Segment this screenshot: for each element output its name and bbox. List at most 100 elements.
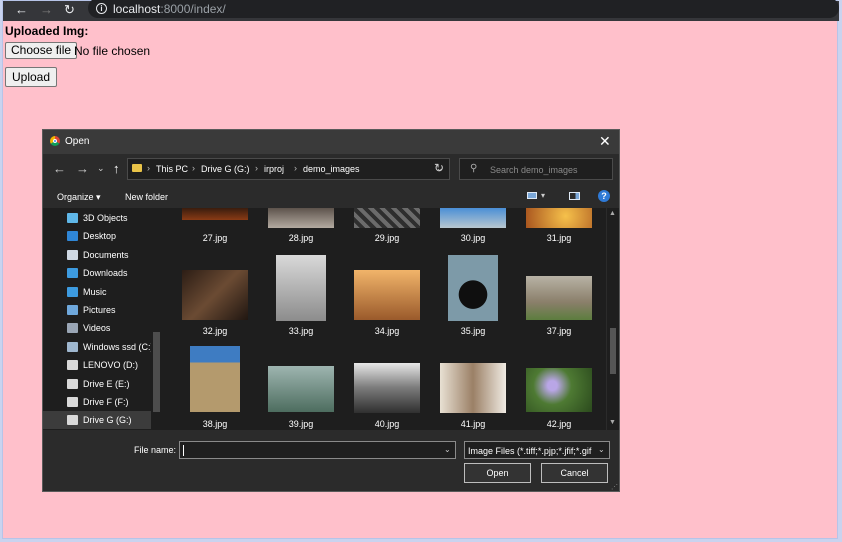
search-input[interactable]: ⚲ Search demo_images xyxy=(459,158,613,180)
file-thumbnail[interactable] xyxy=(268,366,334,412)
sidebar-item[interactable]: Pictures xyxy=(43,301,151,319)
file-name[interactable]: 38.jpg xyxy=(175,419,255,429)
file-name[interactable]: 29.jpg xyxy=(347,233,427,243)
file-thumbnail[interactable] xyxy=(182,208,248,220)
forward-icon[interactable]: → xyxy=(40,3,53,17)
sidebar-item-label: Drive E (E:) xyxy=(83,378,130,389)
view-icon[interactable] xyxy=(527,192,537,199)
sidebar-item[interactable]: Drive G (G:) xyxy=(43,411,151,430)
file-thumbnail[interactable] xyxy=(526,208,592,228)
new-folder-button[interactable]: New folder xyxy=(125,192,168,202)
chevron-down-icon[interactable]: ⌄ xyxy=(444,445,451,454)
sidebar-item-label: Pictures xyxy=(83,305,116,315)
document-icon xyxy=(67,249,78,260)
choose-file-button[interactable]: Choose file xyxy=(5,42,78,59)
file-thumbnail[interactable] xyxy=(190,346,240,412)
resize-grip-icon[interactable]: ⋰ xyxy=(611,483,618,491)
videos-icon xyxy=(67,323,78,334)
dialog-toolbar: Organize ▾ New folder ▾ ? xyxy=(43,186,619,208)
sidebar-item[interactable]: 3D Objects xyxy=(43,209,151,227)
breadcrumb-drive-g[interactable]: Drive G (G:) xyxy=(201,164,250,174)
file-thumbnail[interactable] xyxy=(440,208,506,228)
file-grid-scroll-thumb[interactable] xyxy=(610,328,616,374)
refresh-icon[interactable]: ↻ xyxy=(434,161,444,175)
breadcrumb-irproj[interactable]: irproj xyxy=(264,164,284,174)
sidebar-item-label: Drive G (G:) xyxy=(83,415,132,426)
scroll-down-icon[interactable]: ▼ xyxy=(609,419,616,426)
sidebar-item-label: Videos xyxy=(83,323,111,334)
file-name[interactable]: 39.jpg xyxy=(261,419,341,429)
chevron-down-icon[interactable]: ⌄ xyxy=(598,445,605,454)
sidebar-item[interactable]: Videos xyxy=(43,319,151,337)
sidebar-item-label: Music xyxy=(83,286,107,297)
file-type-select[interactable]: Image Files (*.tiff;*.pjp;*.jfif;*.gif ⌄ xyxy=(464,441,610,459)
sidebar-item[interactable]: Drive F (F:) xyxy=(43,393,151,411)
open-button[interactable]: Open xyxy=(464,463,531,483)
file-name[interactable]: 31.jpg xyxy=(519,233,599,243)
file-name-label: File name: xyxy=(134,445,177,455)
back-arrow-icon[interactable]: ← xyxy=(53,161,66,176)
sidebar-item[interactable]: Documents xyxy=(43,246,151,264)
search-placeholder: Search demo_images xyxy=(490,165,578,175)
sidebar-item[interactable]: Windows ssd (C:) xyxy=(43,338,154,356)
file-thumbnail[interactable] xyxy=(354,363,420,413)
close-icon[interactable]: ✕ xyxy=(599,133,611,150)
sidebar-item-label: Drive F (F:) xyxy=(83,397,129,407)
sidebar-item[interactable]: Drive E (E:) xyxy=(43,375,151,393)
file-thumbnail[interactable] xyxy=(526,276,592,320)
file-thumbnail[interactable] xyxy=(440,363,506,413)
desktop-icon xyxy=(67,231,78,242)
pictures-icon xyxy=(67,305,78,315)
breadcrumb[interactable]: › This PC › Drive G (G:) › irproj › demo… xyxy=(127,158,450,180)
file-name[interactable]: 41.jpg xyxy=(433,419,513,429)
reload-icon[interactable]: ↻ xyxy=(64,3,75,17)
file-name[interactable]: 32.jpg xyxy=(175,326,255,336)
no-file-text: No file chosen xyxy=(74,44,151,58)
download-icon xyxy=(67,268,78,279)
dialog-nav-row: ← → ⌄ ↑ › This PC › Drive G (G:) › irpro… xyxy=(43,154,619,186)
help-icon[interactable]: ? xyxy=(598,190,610,202)
drive-icon xyxy=(67,397,78,407)
file-grid-scrollbar[interactable]: ▲ ▼ xyxy=(607,208,619,430)
organize-menu[interactable]: Organize ▾ xyxy=(57,192,101,203)
file-name-field[interactable]: ⌄ xyxy=(179,441,456,459)
file-thumbnail[interactable] xyxy=(268,208,334,228)
file-thumbnail[interactable] xyxy=(448,255,498,321)
url-text[interactable]: localhost:8000/index/ xyxy=(113,2,226,16)
file-name[interactable]: 35.jpg xyxy=(433,326,513,336)
sidebar-item[interactable]: Downloads xyxy=(43,264,151,282)
file-thumbnail[interactable] xyxy=(354,208,420,228)
up-arrow-icon[interactable]: ↑ xyxy=(113,161,120,176)
sidebar-item[interactable]: Desktop xyxy=(43,227,151,245)
recent-dropdown-icon[interactable]: ⌄ xyxy=(97,163,105,174)
upload-button[interactable]: Upload xyxy=(5,67,58,87)
sidebar-item-label: Desktop xyxy=(83,231,117,242)
file-thumbnail[interactable] xyxy=(182,270,248,320)
file-name[interactable]: 30.jpg xyxy=(433,233,513,243)
file-name[interactable]: 28.jpg xyxy=(261,233,341,243)
sidebar-item[interactable]: Music xyxy=(43,283,151,301)
file-name[interactable]: 40.jpg xyxy=(347,419,427,429)
file-name[interactable]: 33.jpg xyxy=(261,326,341,336)
file-thumbnail[interactable] xyxy=(526,368,592,412)
info-icon[interactable]: i xyxy=(96,3,107,14)
file-name[interactable]: 34.jpg xyxy=(347,326,427,336)
drive-icon xyxy=(67,341,78,352)
breadcrumb-demo-images[interactable]: demo_images xyxy=(303,164,360,174)
browser-toolbar: ← → ↻ i localhost:8000/index/ xyxy=(3,0,839,21)
cancel-button[interactable]: Cancel xyxy=(541,463,608,483)
file-thumbnail[interactable] xyxy=(276,255,326,321)
forward-arrow-icon[interactable]: → xyxy=(76,161,89,176)
preview-pane-icon[interactable] xyxy=(569,192,580,200)
back-icon[interactable]: ← xyxy=(15,3,28,17)
folder-icon xyxy=(132,164,142,172)
file-name[interactable]: 37.jpg xyxy=(519,326,599,336)
file-thumbnail[interactable] xyxy=(354,270,420,320)
view-dropdown-icon[interactable]: ▾ xyxy=(541,191,545,200)
file-name[interactable]: 27.jpg xyxy=(175,233,255,243)
scroll-up-icon[interactable]: ▲ xyxy=(609,210,616,217)
file-name[interactable]: 42.jpg xyxy=(519,419,599,429)
breadcrumb-this-pc[interactable]: This PC xyxy=(156,164,188,174)
sidebar-item[interactable]: LENOVO (D:) xyxy=(43,356,151,374)
sidebar-scroll-thumb[interactable] xyxy=(153,332,160,412)
